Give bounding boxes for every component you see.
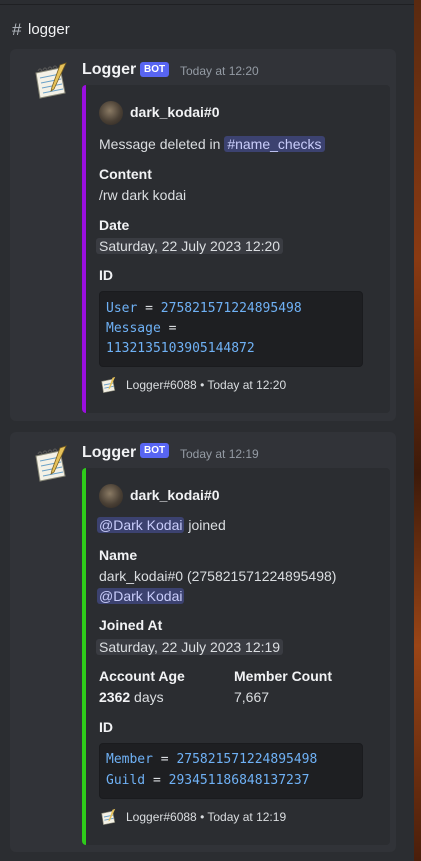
code-operator: = (160, 321, 177, 336)
logger-avatar-icon[interactable] (30, 61, 70, 101)
channel-header: # logger (0, 0, 414, 56)
code-line: 1132135103905144872 (106, 341, 255, 356)
message-timestamp[interactable]: Today at 12:20 (180, 64, 259, 78)
embed-footer: Logger#6088 • Today at 12:20 (126, 378, 287, 392)
channel-mention[interactable]: #name_checks (224, 136, 325, 152)
field-value-content: /rw dark kodai (99, 187, 187, 203)
field-label-member-count: Member Count (234, 668, 332, 684)
code-value: 275821571224895498 (160, 301, 302, 316)
bot-tag: BOT (140, 62, 170, 77)
embed-description: Message deleted in #name_checks (99, 136, 325, 152)
footer-icon (101, 808, 116, 826)
logger-avatar-icon[interactable] (30, 444, 70, 484)
description-text: Message deleted in (99, 136, 221, 152)
code-value: 1132135103905144872 (106, 341, 255, 356)
user-mention[interactable]: @Dark Kodai (97, 588, 185, 604)
footer-icon (101, 376, 116, 394)
account-age-number: 2362 (99, 689, 131, 705)
embed: dark_kodai#0 Message deleted in #name_ch… (82, 85, 390, 413)
embed-author-avatar[interactable] (99, 101, 123, 125)
field-value-joined-at[interactable]: Saturday, 22 July 2023 12:19 (96, 639, 284, 655)
message[interactable]: Logger BOT Today at 12:19 dark_kodai#0 @… (10, 432, 396, 852)
window-edge-background (414, 0, 421, 861)
code-block[interactable]: User = 275821571224895498 Message = 1132… (99, 291, 363, 367)
code-operator: = (137, 301, 161, 316)
description-text: joined (184, 517, 226, 533)
code-key: Message (106, 321, 161, 336)
embed: dark_kodai#0 @Dark Kodai joined Name dar… (82, 468, 390, 845)
field-label-date: Date (99, 217, 130, 233)
field-value-account-age: 2362 days (99, 689, 164, 705)
code-value: 275821571224895498 (176, 752, 318, 767)
divider (0, 4, 414, 5)
field-label-joined-at: Joined At (99, 617, 163, 633)
code-line: User = 275821571224895498 (106, 301, 302, 316)
field-label-account-age: Account Age (99, 668, 185, 684)
field-label-id: ID (99, 719, 113, 735)
field-label-content: Content (99, 166, 152, 182)
embed-author-name[interactable]: dark_kodai#0 (130, 487, 220, 503)
author-name[interactable]: Logger (82, 61, 136, 79)
channel-hash-icon: # (227, 136, 236, 152)
code-line: Message = (106, 321, 176, 336)
field-label-name: Name (99, 547, 138, 563)
code-value: 293451186848137237 (168, 773, 310, 788)
field-value-date[interactable]: Saturday, 22 July 2023 12:20 (96, 238, 284, 254)
code-line: Guild = 293451186848137237 (106, 773, 310, 788)
field-label-id: ID (99, 267, 113, 283)
embed-footer: Logger#6088 • Today at 12:19 (126, 810, 287, 824)
account-age-unit: days (130, 689, 164, 705)
embed-author-avatar[interactable] (99, 484, 123, 508)
code-key: Member (106, 752, 153, 767)
bot-tag: BOT (140, 443, 170, 458)
field-value-name: dark_kodai#0 (275821571224895498) (99, 568, 337, 584)
embed-color-bar (82, 468, 86, 845)
code-operator: = (145, 773, 169, 788)
code-key: Guild (106, 773, 146, 788)
embed-author-name[interactable]: dark_kodai#0 (130, 104, 220, 120)
message[interactable]: Logger BOT Today at 12:20 dark_kodai#0 M… (10, 49, 396, 421)
code-line: Member = 275821571224895498 (106, 752, 317, 767)
embed-description: @Dark Kodai joined (97, 517, 226, 533)
author-name[interactable]: Logger (82, 444, 136, 462)
embed-color-bar (82, 85, 86, 413)
code-operator: = (152, 752, 177, 767)
field-value-member-count: 7,667 (234, 689, 270, 705)
user-mention[interactable]: @Dark Kodai (97, 517, 185, 533)
code-key: User (106, 301, 138, 316)
code-block[interactable]: Member = 275821571224895498 Guild = 2934… (99, 743, 363, 799)
channel-name[interactable]: logger (28, 21, 70, 38)
message-timestamp[interactable]: Today at 12:19 (180, 447, 259, 461)
channel-hash-icon: # (12, 20, 22, 39)
channel-mention-name: name_checks (235, 136, 322, 152)
